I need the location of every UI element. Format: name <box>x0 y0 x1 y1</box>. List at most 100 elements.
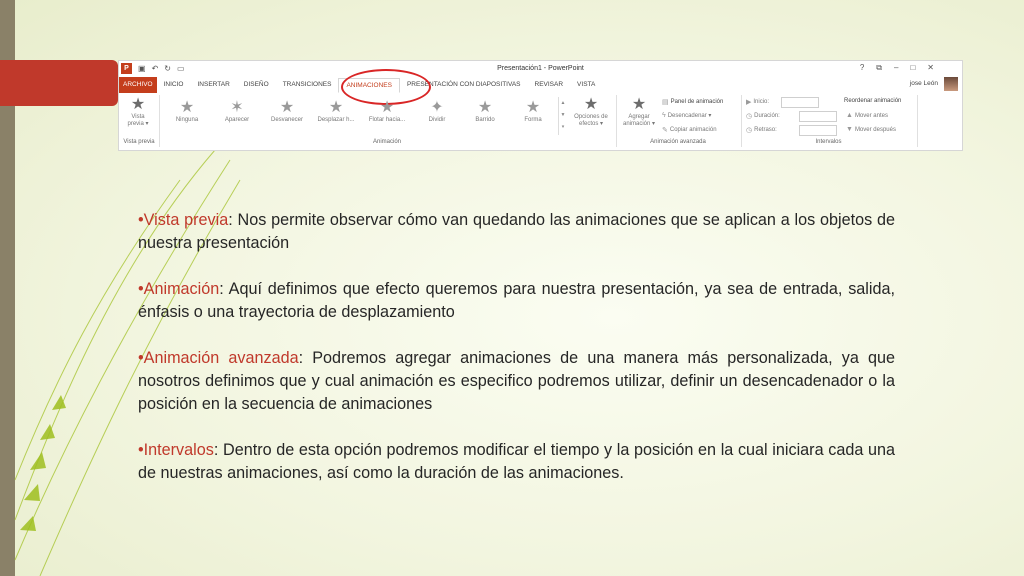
accent-tab <box>0 60 118 106</box>
effect-options-button[interactable]: ★ Opciones de efectos ▾ <box>569 96 613 127</box>
star-icon: ★ <box>525 99 541 116</box>
play-icon: ▶ <box>746 99 752 106</box>
animation-aparecer[interactable]: ✶ Aparecer <box>215 99 259 123</box>
bullet-term: •Vista previa <box>138 211 229 229</box>
star-icon: ★ <box>279 99 295 116</box>
move-earlier-button[interactable]: ▲ Mover antes <box>846 112 888 119</box>
animation-dividir[interactable]: ✦ Dividir <box>415 99 459 123</box>
gallery-scrollbar[interactable]: ▲ ▼ ▾ <box>558 97 567 135</box>
duration-input[interactable] <box>799 111 837 122</box>
preview-label-2: previa ▾ <box>127 121 149 127</box>
window-title: Presentación1 - PowerPoint <box>497 65 584 72</box>
star-icon: ★ <box>179 99 195 116</box>
bullet-text: : Nos permite observar cómo van quedando… <box>138 211 895 252</box>
bullet-text: : Dentro de esta opción podremos modific… <box>138 441 895 482</box>
animation-forma[interactable]: ★ Forma <box>511 99 555 123</box>
animation-label: Desvanecer <box>270 117 303 123</box>
animation-label: Ninguna <box>175 117 199 123</box>
title-bar: P ▣ ↶ ↻ ▭ Presentación1 - PowerPoint ? ⧉… <box>119 61 962 77</box>
help-icon[interactable]: ? <box>860 63 864 73</box>
group-label-intervalos: Intervalos <box>815 139 842 145</box>
start-text: Inicio: <box>753 99 770 105</box>
tab-vista[interactable]: VISTA <box>570 77 602 93</box>
tab-archivo[interactable]: ARCHIVO <box>119 77 157 93</box>
animation-pane-button[interactable]: ▤ Panel de animación <box>662 98 723 106</box>
minimize-icon[interactable]: – <box>894 63 898 73</box>
bullet-term: •Animación avanzada <box>138 349 299 367</box>
effect-options-label-2: efectos ▾ <box>578 121 604 127</box>
bullet-vista-previa: •Vista previa: Nos permite observar cómo… <box>138 209 895 255</box>
star-icon: ✶ <box>230 99 244 116</box>
star-icon: ★ <box>379 99 395 116</box>
bullet-intervalos: •Intervalos: Dentro de esta opción podre… <box>138 439 895 485</box>
delay-label: ◷ Retraso: <box>746 126 777 134</box>
arrow-down-icon: ▼ <box>846 126 853 133</box>
reorder-label: Reordenar animación <box>844 98 901 104</box>
slide-content: •Vista previa: Nos permite observar cómo… <box>138 209 895 508</box>
tab-transiciones[interactable]: TRANSICIONES <box>276 77 339 93</box>
tab-inicio[interactable]: INICIO <box>157 77 191 93</box>
animation-label: Flotar hacia... <box>368 117 406 123</box>
delay-text: Retraso: <box>754 127 777 133</box>
clock-icon: ◷ <box>746 113 753 120</box>
animation-ninguna[interactable]: ★ Ninguna <box>165 99 209 123</box>
bullet-term: •Intervalos <box>138 441 214 459</box>
animation-pane-label: Panel de animación <box>670 99 724 105</box>
tab-revisar[interactable]: REVISAR <box>528 77 571 93</box>
group-label-vista-previa: Vista previa <box>123 139 155 145</box>
animation-label: Barrido <box>475 117 495 123</box>
trigger-label: Desencadenar ▾ <box>667 113 712 119</box>
bullet-animacion-avanzada: •Animación avanzada: Podremos agregar an… <box>138 347 895 416</box>
ribbon-screenshot: P ▣ ↶ ↻ ▭ Presentación1 - PowerPoint ? ⧉… <box>118 60 963 151</box>
reorder-text: Reordenar animación <box>844 98 902 104</box>
star-icon: ★ <box>583 96 599 113</box>
move-earlier-label: Mover antes <box>854 112 888 119</box>
lightning-icon: ϟ <box>662 112 666 119</box>
copy-animation-label: Copiar animación <box>669 127 717 133</box>
add-animation-label-2: animación ▾ <box>622 121 656 127</box>
group-label-animacion: Animación <box>372 139 401 145</box>
copy-animation-button[interactable]: ✎ Copiar animación <box>662 126 717 134</box>
tab-insertar[interactable]: INSERTAR <box>191 77 237 93</box>
animation-pane-icon: ▤ <box>662 99 669 106</box>
star-icon: ★ <box>477 99 493 116</box>
ribbon-options-icon[interactable]: ⧉ <box>876 63 882 73</box>
brush-icon: ✎ <box>662 127 668 134</box>
delay-input[interactable] <box>799 125 837 136</box>
animation-desvanecer[interactable]: ★ Desvanecer <box>264 99 310 123</box>
move-later-button[interactable]: ▼ Mover después <box>846 126 896 133</box>
add-animation-button[interactable]: ★ Agregar animación ▾ <box>619 96 659 127</box>
arrow-up-icon: ▲ <box>846 112 853 119</box>
start-label: ▶ Inicio: <box>746 98 769 106</box>
bullet-term: •Animación <box>138 280 220 298</box>
star-add-icon: ★ <box>631 96 647 113</box>
star-icon: ✦ <box>430 99 444 116</box>
duration-text: Duración: <box>754 113 780 119</box>
animation-desplazar[interactable]: ★ Desplazar h... <box>313 99 359 123</box>
animation-label: Aparecer <box>224 117 250 123</box>
animation-label: Desplazar h... <box>317 117 355 123</box>
animation-label: Dividir <box>428 117 446 123</box>
animation-label: Forma <box>524 117 542 123</box>
preview-button[interactable]: ★ Vista previa ▾ <box>122 96 154 127</box>
tab-diseno[interactable]: DISEÑO <box>237 77 276 93</box>
user-name[interactable]: jose León <box>910 80 938 87</box>
bullet-animacion: •Animación: Aquí definimos que efecto qu… <box>138 278 895 324</box>
animation-barrido[interactable]: ★ Barrido <box>463 99 507 123</box>
window-controls: ? ⧉ – □ ✕ <box>860 63 934 73</box>
animation-flotar[interactable]: ★ Flotar hacia... <box>362 99 412 123</box>
bullet-text: : Aquí definimos que efecto queremos par… <box>138 280 895 321</box>
ribbon-tabs: ARCHIVO INICIO INSERTAR DISEÑO TRANSICIO… <box>119 77 962 93</box>
star-icon: ★ <box>130 96 146 113</box>
star-icon: ★ <box>328 99 344 116</box>
avatar[interactable] <box>944 77 958 91</box>
duration-label: ◷ Duración: <box>746 112 780 120</box>
clock-icon: ◷ <box>746 127 753 134</box>
group-label-animacion-avanzada: Animación avanzada <box>650 139 706 145</box>
separator <box>917 95 918 147</box>
close-icon[interactable]: ✕ <box>927 63 934 73</box>
maximize-icon[interactable]: □ <box>910 63 915 73</box>
start-select[interactable] <box>781 97 819 108</box>
move-later-label: Mover después <box>854 126 896 133</box>
trigger-button[interactable]: ϟ Desencadenar ▾ <box>662 112 711 119</box>
